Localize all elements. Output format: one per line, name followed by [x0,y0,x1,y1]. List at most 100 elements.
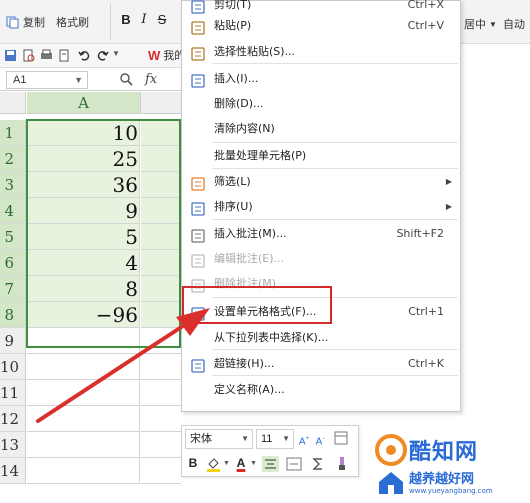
italic-button[interactable]: I [136,11,152,29]
menu-item-label: 粘贴(P) [214,19,252,32]
save-icon[interactable] [4,49,17,62]
cell-b13[interactable] [141,432,181,458]
font-size-value: 11 [261,433,273,445]
cell-b12[interactable] [141,406,181,432]
merge-cells-icon[interactable] [286,456,302,472]
function-icon[interactable]: fx [145,72,157,87]
name-box[interactable]: A1 ▼ [6,71,88,89]
row-header-2[interactable]: 2 [0,146,26,172]
row-header-10[interactable]: 10 [0,354,26,380]
cell-b10[interactable] [141,354,181,380]
row-header-7[interactable]: 7 [0,276,26,302]
menu-item-label: 排序(U) [214,200,253,213]
menu-item-16[interactable]: 定义名称(A)... [182,377,460,402]
menu-item-10[interactable]: 插入批注(M)... Shift+F2 [182,221,460,246]
auto-wrap-button[interactable]: 自动 [503,16,525,32]
menu-item-11: 编辑批注(E)... [182,246,460,271]
cell-a9[interactable] [27,328,140,354]
row-header-6[interactable]: 6 [0,250,26,276]
font-name-select[interactable]: 宋体 ▼ [185,429,253,449]
row-header-11[interactable]: 11 [0,380,26,406]
mini-bold-button[interactable]: B [186,453,200,473]
cell-b6[interactable] [141,250,181,276]
cell-b14[interactable] [141,458,181,484]
menu-item-2[interactable]: 粘贴(P) Ctrl+V [182,13,460,38]
menu-item-13[interactable]: 设置单元格格式(F)... Ctrl+1 [182,299,460,324]
cell-style-icon[interactable] [334,431,348,445]
column-header-b[interactable] [141,92,181,114]
cell-b9[interactable] [141,328,181,354]
cell-a13[interactable] [27,432,140,458]
menu-item-label: 清除内容(N) [214,122,275,135]
menu-item-6[interactable]: 清除内容(N) [182,116,460,141]
cell-b4[interactable] [141,198,181,224]
row-header-14[interactable]: 14 [0,458,26,484]
cell-b8[interactable] [141,302,181,328]
menu-item-14[interactable]: 从下拉列表中选择(K)... [182,325,460,350]
cell-b3[interactable] [141,172,181,198]
cell-b5[interactable] [141,224,181,250]
chevron-down-icon[interactable]: ▼ [74,72,83,88]
cell-a12[interactable] [27,406,140,432]
fill-color-icon[interactable] [206,456,222,472]
copy-label: 复制 [23,17,45,29]
cell-a11[interactable] [27,380,140,406]
cell-b11[interactable] [141,380,181,406]
copy-icon [6,16,19,28]
print-preview-icon[interactable] [22,49,35,62]
menu-item-7[interactable]: 批量处理单元格(P) [182,143,460,168]
row-header-12[interactable]: 12 [0,406,26,432]
row-header-8[interactable]: 8 [0,302,26,328]
strikethrough-button[interactable]: S [154,11,170,29]
merge-center-button[interactable]: 居中 ▼ [464,16,497,32]
preview-icon[interactable] [58,49,71,62]
menu-item-3[interactable]: 选择性粘贴(S)... [182,39,460,64]
cell-value: 36 [112,173,138,197]
redo-icon[interactable] [96,49,109,62]
row-header-5[interactable]: 5 [0,224,26,250]
row-header-3[interactable]: 3 [0,172,26,198]
cell-b7[interactable] [141,276,181,302]
zoom-icon[interactable] [120,73,133,86]
select-all-corner[interactable] [0,92,26,114]
menu-item-9[interactable]: 排序(U) ▶ [182,194,460,219]
column-header-a[interactable]: A [27,92,141,114]
menu-item-4[interactable]: 插入(I)... [182,66,460,91]
font-name-value: 宋体 [190,433,212,445]
format-painter-button[interactable]: 格式刷 [56,14,89,30]
cell-a14[interactable] [27,458,140,484]
decrease-font-icon[interactable]: A- [313,429,327,449]
menu-item-label: 插入批注(M)... [214,227,287,240]
cell-a10[interactable] [27,354,140,380]
sum-icon[interactable] [310,456,326,472]
font-color-button[interactable]: A [234,453,248,473]
chevron-down-icon[interactable]: ▼ [282,430,290,448]
increase-font-icon[interactable]: A+ [297,429,311,449]
bold-button[interactable]: B [118,11,134,29]
cell-b1[interactable] [141,120,181,146]
grid-top-gap [0,114,181,120]
wps-logo-icon: W [148,47,161,63]
copy-button[interactable]: 复制 [6,14,45,30]
menu-item-15[interactable]: 超链接(H)... Ctrl+K [182,351,460,376]
chevron-down-icon[interactable]: ▼ [250,460,257,467]
more-chevron-icon[interactable]: ▼ [112,49,120,58]
row-header-1[interactable]: 1 [0,120,26,146]
format-brush-icon[interactable] [334,456,350,472]
menu-item-5[interactable]: 删除(D)... [182,91,460,116]
wps-button[interactable]: W 我的 [148,47,185,63]
cell-b2[interactable] [141,146,181,172]
row-header-4[interactable]: 4 [0,198,26,224]
menu-item-label: 筛选(L) [214,175,251,188]
menu-item-8[interactable]: 筛选(L) ▶ [182,169,460,194]
chevron-down-icon[interactable]: ▼ [223,460,230,467]
menu-item-label: 选择性粘贴(S)... [214,45,296,58]
row-header-9[interactable]: 9 [0,328,26,354]
row-header-13[interactable]: 13 [0,432,26,458]
undo-icon[interactable] [78,49,91,62]
cell-value: 25 [112,147,138,171]
align-center-icon[interactable] [262,456,279,472]
font-size-select[interactable]: 11 ▼ [256,429,294,449]
chevron-down-icon[interactable]: ▼ [241,430,249,448]
print-icon[interactable] [40,49,53,62]
